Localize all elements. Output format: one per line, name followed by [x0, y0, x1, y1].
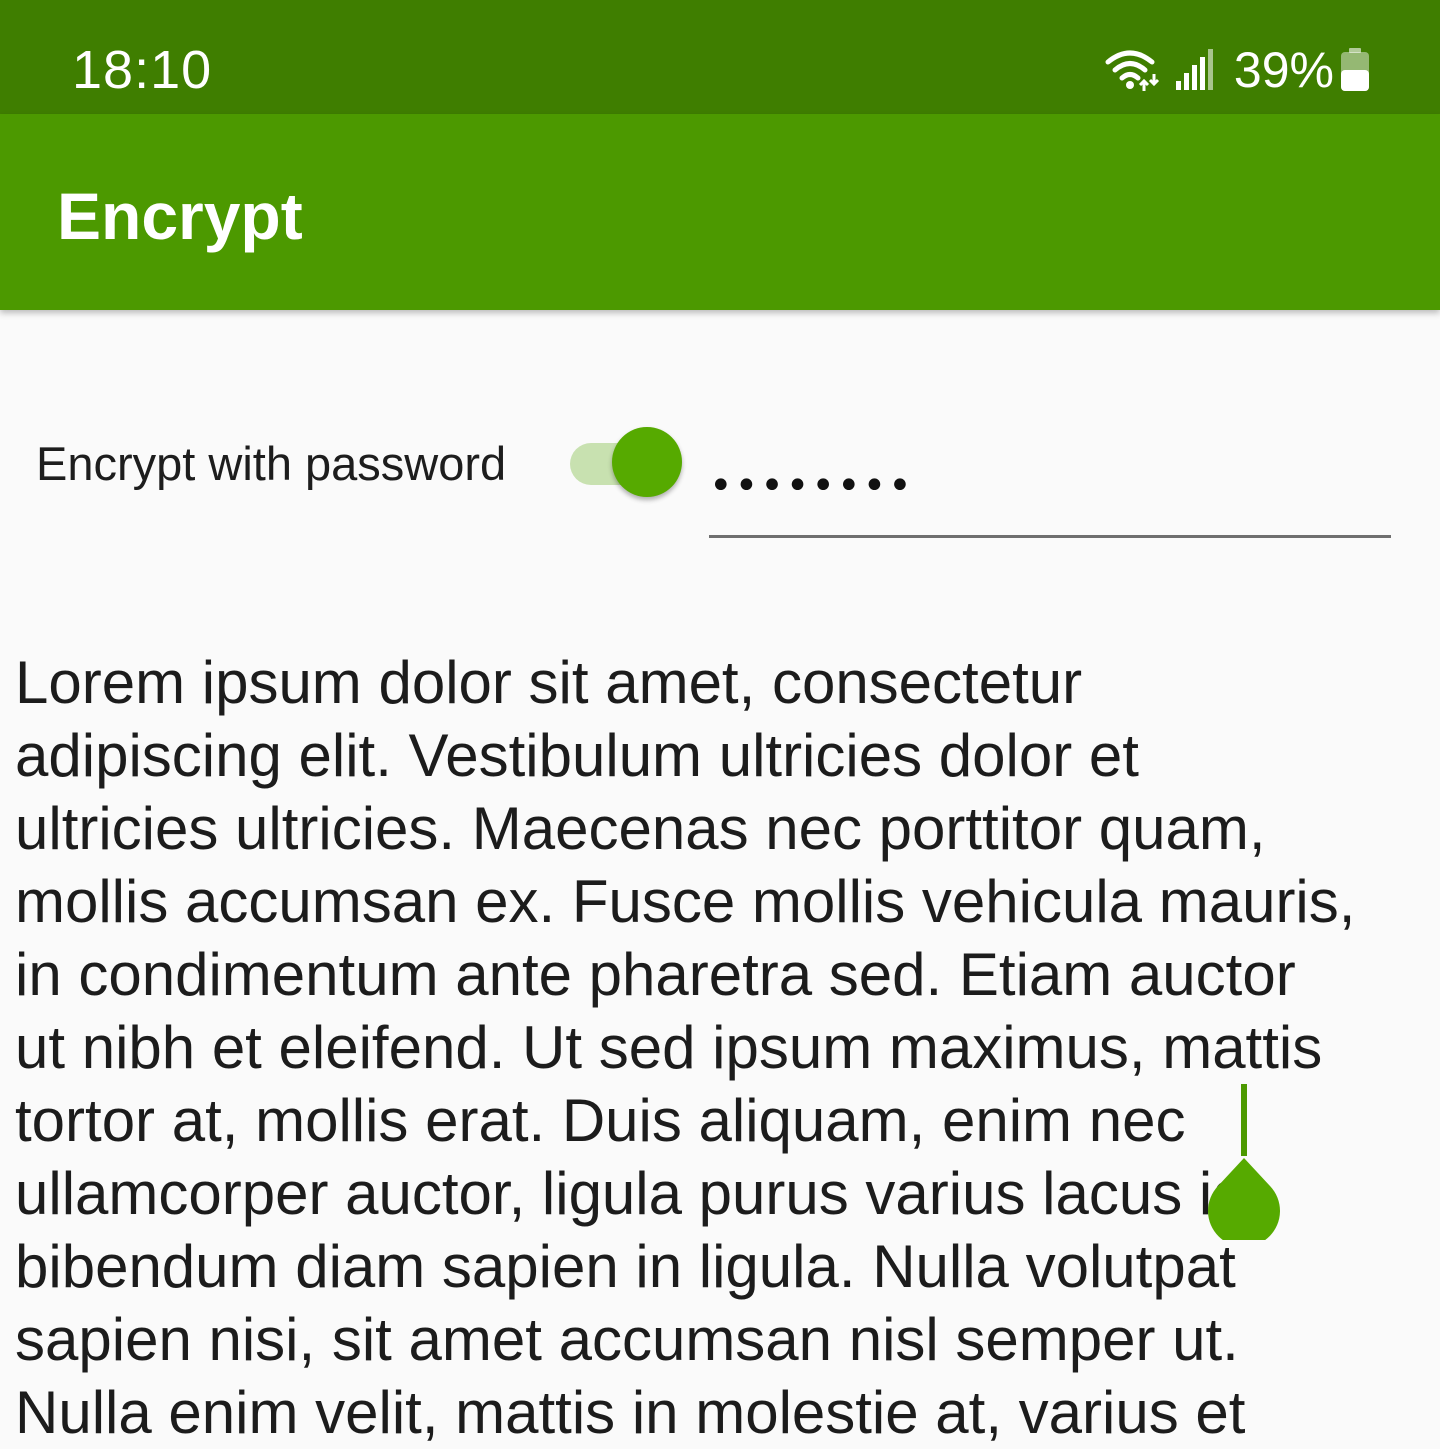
editor-line: in condimentum ante pharetra sed. Etiam …	[15, 941, 1296, 1008]
wifi-icon	[1105, 50, 1159, 91]
editor-line: tortor at, mollis erat. Duis aliquam, en…	[15, 1087, 1186, 1154]
encrypt-password-toggle[interactable]	[568, 425, 686, 501]
encrypt-with-password-label: Encrypt with password	[36, 437, 507, 490]
status-bar: 18:10 39%	[0, 0, 1440, 114]
status-icons: 39%	[1104, 40, 1370, 100]
battery-icon	[1341, 48, 1369, 91]
status-time: 18:10	[72, 40, 213, 100]
editor-line: Nulla enim velit, mattis in molestie at,…	[15, 1379, 1246, 1446]
text-cursor	[1241, 1084, 1247, 1156]
password-field[interactable]: ••••••••	[709, 440, 1391, 538]
editor-line: Lorem ipsum dolor sit amet, consectetur	[15, 649, 1083, 716]
toggle-thumb	[612, 427, 682, 497]
cursor-handle-icon[interactable]	[1208, 1158, 1280, 1240]
battery-percentage: 39%	[1233, 42, 1334, 98]
editor-line: ultricies ultricies. Maecenas nec portti…	[15, 795, 1266, 862]
text-editor[interactable]: Lorem ipsum dolor sit amet, consectetur a…	[15, 646, 1435, 1449]
editor-line: adipiscing elit. Vestibulum ultricies do…	[15, 722, 1139, 789]
signal-icon	[1175, 49, 1213, 90]
editor-line: sapien nisi, sit amet accumsan nisl semp…	[15, 1306, 1239, 1373]
editor-line: bibendum diam sapien in ligula. Nulla vo…	[15, 1233, 1236, 1300]
password-value: ••••••••	[709, 463, 914, 509]
editor-line: ut nibh et eleifend. Ut sed ipsum maximu…	[15, 1014, 1323, 1081]
page-title: Encrypt	[57, 179, 303, 253]
editor-line: mollis accumsan ex. Fusce mollis vehicul…	[15, 868, 1356, 935]
